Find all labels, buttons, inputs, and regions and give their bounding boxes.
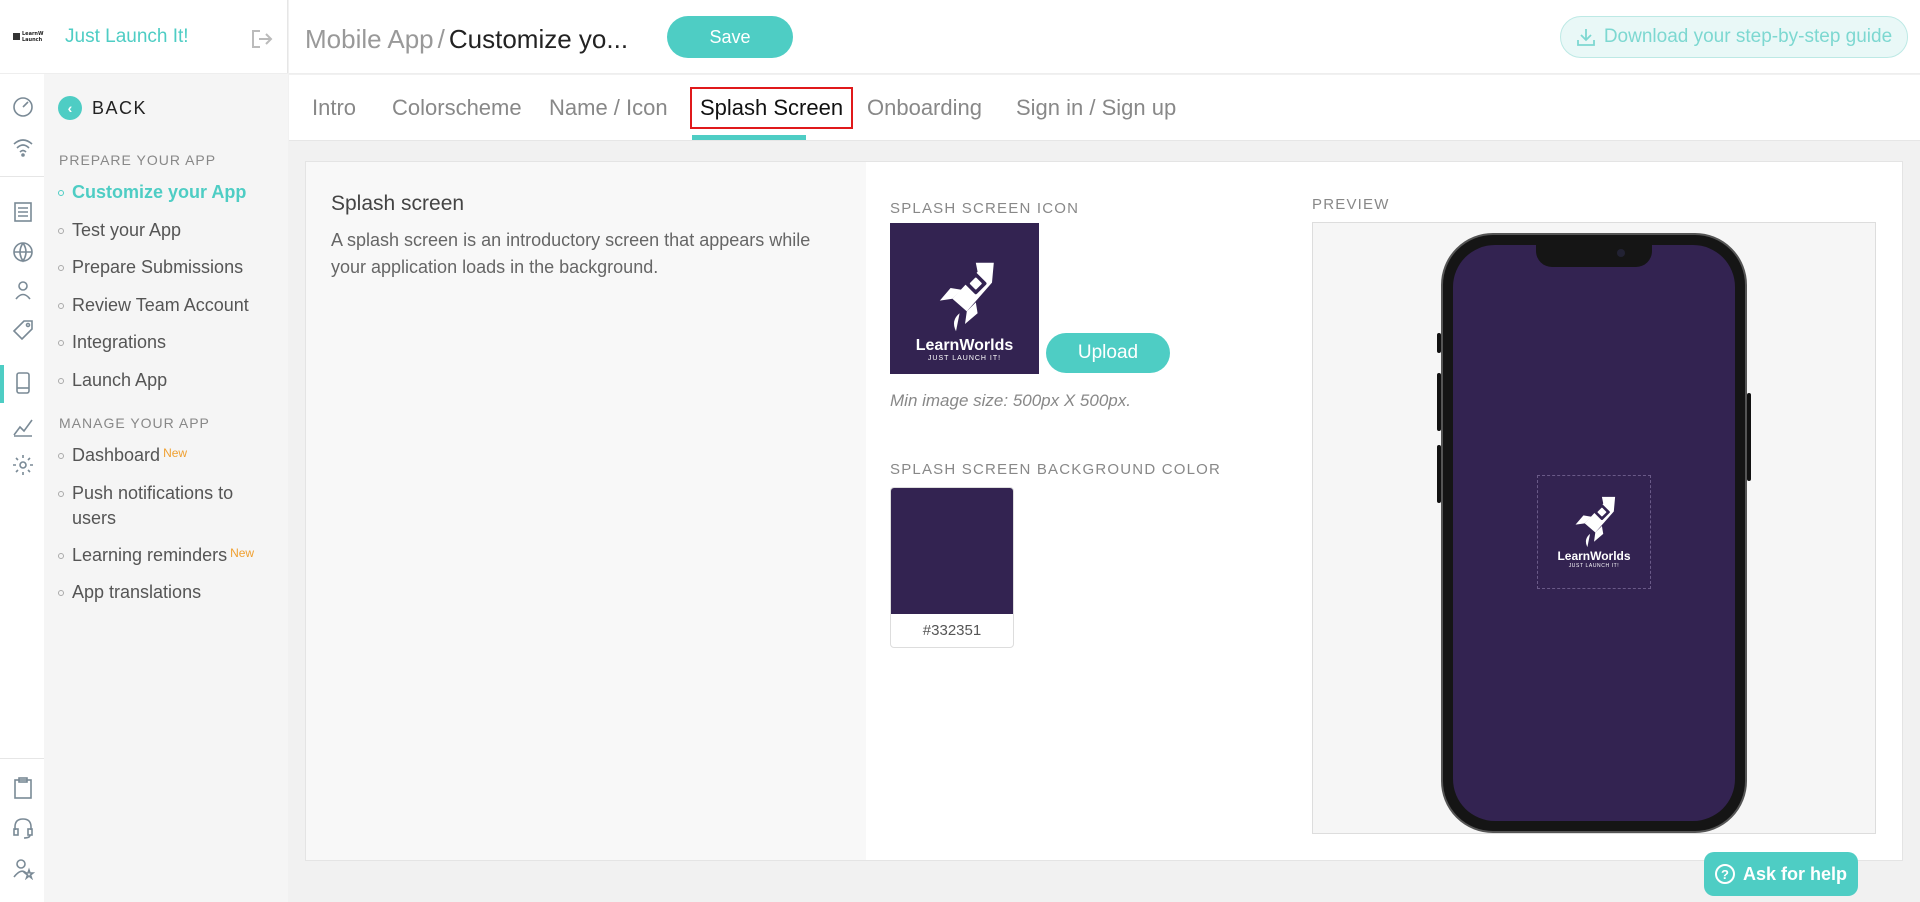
nav-item-push-notifications[interactable]: Push notifications to users xyxy=(58,481,268,531)
splash-icon-brand: LearnWorlds xyxy=(915,337,1014,354)
preview-brand: LearnWorlds xyxy=(1557,549,1631,563)
settings-icon[interactable] xyxy=(10,452,36,478)
brand-bar: LearnW Launch Just Launch It! xyxy=(0,0,288,74)
tab-label: Intro xyxy=(312,95,357,120)
breadcrumb-parent[interactable]: Mobile App xyxy=(305,24,434,54)
nav-item-label: Push notifications to users xyxy=(72,483,234,528)
min-size-hint: Min image size: 500px X 500px. xyxy=(890,391,1131,410)
wifi-icon[interactable] xyxy=(10,134,36,160)
tab-splash-screen[interactable]: Splash Screen xyxy=(690,75,854,141)
nav-item-label: Prepare Submissions xyxy=(72,257,244,277)
help-label: Ask for help xyxy=(1742,863,1848,884)
new-badge: New xyxy=(163,446,188,460)
phone-mockup: LearnWorlds JUST LAUNCH IT! xyxy=(1437,233,1751,833)
section-title: Splash screen xyxy=(331,192,465,215)
back-label: BACK xyxy=(92,97,148,118)
users-icon[interactable] xyxy=(10,277,36,303)
nav-item-customize-app[interactable]: Customize your App xyxy=(58,180,246,205)
color-hex-value: #332351 xyxy=(922,622,982,639)
nav-item-test-app[interactable]: Test your App xyxy=(58,218,181,243)
nav-item-dashboard[interactable]: Dashboard New xyxy=(58,443,187,468)
nav-item-integrations[interactable]: Integrations xyxy=(58,330,166,355)
splash-icon-tagline: JUST LAUNCH IT! xyxy=(927,355,1002,362)
active-tab-underline xyxy=(692,135,806,140)
back-button[interactable]: ‹ BACK xyxy=(58,96,147,120)
preview-frame: LearnWorlds JUST LAUNCH IT! xyxy=(1312,222,1876,834)
svg-text:Launch: Launch xyxy=(22,37,43,43)
school-logo[interactable]: LearnW Launch xyxy=(13,29,59,43)
section-prepare-title: PREPARE YOUR APP xyxy=(59,152,217,168)
analytics-icon[interactable] xyxy=(10,414,36,440)
color-swatch-fill xyxy=(891,488,1013,614)
tab-label: Splash Screen xyxy=(690,87,854,129)
description-pane: Splash screen A splash screen is an intr… xyxy=(306,162,866,860)
nav-item-label: Learning reminders xyxy=(72,545,228,565)
breadcrumb: Mobile App / Customize yo... xyxy=(305,24,628,55)
tab-intro[interactable]: Intro xyxy=(312,75,356,141)
nav-item-launch-app[interactable]: Launch App xyxy=(58,368,167,393)
preview-tagline: JUST LAUNCH IT! xyxy=(1568,563,1620,569)
tab-colorscheme[interactable]: Colorscheme xyxy=(392,75,522,141)
tab-label: Onboarding xyxy=(867,95,982,120)
nav-panel: ‹ BACK PREPARE YOUR APP Customize your A… xyxy=(44,74,288,902)
tab-onboarding[interactable]: Onboarding xyxy=(867,75,982,141)
nav-item-label: Integrations xyxy=(72,332,167,352)
chevron-left-icon: ‹ xyxy=(58,96,82,120)
upload-button[interactable]: Upload xyxy=(1046,333,1170,373)
new-badge: New xyxy=(230,546,255,560)
headset-icon[interactable] xyxy=(10,815,36,841)
help-question-icon: ? xyxy=(1714,864,1735,884)
preview-label: PREVIEW xyxy=(1312,196,1390,213)
user-star-icon[interactable] xyxy=(10,855,36,881)
rocket-logo-icon xyxy=(939,262,994,332)
tab-label: Colorscheme xyxy=(392,95,522,120)
bg-color-picker[interactable]: #332351 xyxy=(890,487,1014,648)
nav-item-label: Test your App xyxy=(72,220,182,240)
pages-icon[interactable] xyxy=(10,199,36,225)
section-manage-title: MANAGE YOUR APP xyxy=(59,415,210,431)
logout-icon[interactable] xyxy=(250,28,274,50)
active-indicator xyxy=(0,365,4,403)
nav-item-review-team-account[interactable]: Review Team Account xyxy=(58,293,249,318)
clipboard-icon[interactable] xyxy=(10,775,36,801)
download-guide-button[interactable]: Download your step-by-step guide xyxy=(1560,16,1908,58)
download-guide-label: Download your step-by-step guide xyxy=(1603,26,1893,47)
save-button[interactable]: Save xyxy=(667,16,793,58)
nav-item-prepare-submissions[interactable]: Prepare Submissions xyxy=(58,255,243,280)
splash-icon-image[interactable]: LearnWorlds JUST LAUNCH IT! xyxy=(890,223,1039,374)
preview-splash-logo: LearnWorlds JUST LAUNCH IT! xyxy=(1537,475,1651,589)
tab-sign-in-sign-up[interactable]: Sign in / Sign up xyxy=(1016,75,1176,141)
globe-icon[interactable] xyxy=(10,239,36,265)
nav-item-label: Customize your App xyxy=(72,182,247,202)
breadcrumb-separator: / xyxy=(437,24,445,54)
tab-name-icon[interactable]: Name / Icon xyxy=(549,75,668,141)
section-description: A splash screen is an introductory scree… xyxy=(331,230,811,277)
nav-item-label: Review Team Account xyxy=(72,295,249,315)
nav-item-label: Launch App xyxy=(72,370,168,390)
dashboard-gauge-icon[interactable] xyxy=(10,94,36,120)
page-title: Customize yo... xyxy=(448,24,629,54)
tab-bar: Intro Colorscheme Name / Icon Splash Scr… xyxy=(289,75,1920,141)
top-header: Mobile App / Customize yo... Save Download… xyxy=(289,0,1920,74)
bg-color-label: SPLASH SCREEN BACKGROUND COLOR xyxy=(890,461,1222,478)
nav-item-label: Dashboard xyxy=(72,445,161,465)
tab-label: Sign in / Sign up xyxy=(1016,95,1177,120)
mobile-icon[interactable] xyxy=(10,370,36,396)
nav-item-label: App translations xyxy=(72,582,202,602)
splash-icon-label: SPLASH SCREEN ICON xyxy=(890,200,1080,217)
ask-for-help-button[interactable]: ? Ask for help xyxy=(1704,852,1858,896)
sidebar: LearnW Launch Just Launch It! ‹ BACK PRE… xyxy=(0,0,288,902)
tag-icon[interactable] xyxy=(10,317,36,343)
nav-item-learning-reminders[interactable]: Learning reminders New xyxy=(58,543,254,568)
icon-rail xyxy=(0,74,44,902)
rocket-logo-icon xyxy=(1575,496,1616,548)
school-name[interactable]: Just Launch It! xyxy=(65,26,189,48)
download-icon xyxy=(1576,29,1595,46)
content-card: Splash screen A splash screen is an intr… xyxy=(305,161,1903,861)
tab-label: Name / Icon xyxy=(549,95,668,120)
nav-item-app-translations[interactable]: App translations xyxy=(58,580,201,605)
